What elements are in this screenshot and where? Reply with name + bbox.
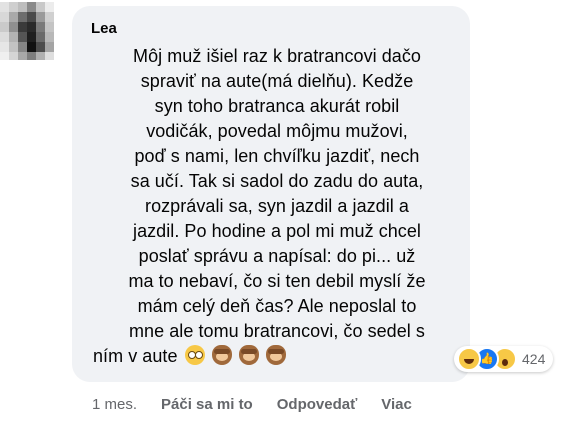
comment-body: Môj muž išiel raz k bratrancovi dačo spr… <box>91 44 463 369</box>
avatar-pixel <box>45 52 54 60</box>
comment-line: sa učí. Tak si sadol do zadu do auta, <box>130 171 424 191</box>
reactions-summary[interactable]: 👍 424 <box>454 346 554 372</box>
see-no-evil-monkey-icon <box>265 345 286 365</box>
avatar-pixel <box>27 32 36 42</box>
comment-last-line: ním v aute <box>91 344 463 369</box>
avatar-pixel <box>0 32 9 42</box>
avatar-pixel <box>18 32 27 42</box>
avatar-pixel <box>9 32 18 42</box>
avatar-pixel <box>18 22 27 32</box>
comment-line: mne ale tomu bratrancovi, čo sedel s <box>129 321 425 341</box>
avatar-pixel <box>45 32 54 42</box>
avatar-pixel <box>0 52 9 60</box>
comment-line: Môj muž išiel raz k bratrancovi dačo <box>133 46 421 66</box>
like-button[interactable]: Páči sa mi to <box>161 396 253 413</box>
avatar-pixel <box>27 22 36 32</box>
comment-line: poslať správu a napísal: do pi... už <box>138 246 416 266</box>
reaction-count: 424 <box>522 351 546 367</box>
avatar-pixel <box>45 2 54 12</box>
avatar-pixel <box>18 12 27 22</box>
avatar-pixel <box>27 2 36 12</box>
avatar-pixel <box>27 42 36 52</box>
comment-line: ma to nebaví, čo si ten debil myslí že <box>128 271 426 291</box>
see-no-evil-monkey-icon <box>238 345 259 365</box>
avatar-pixel <box>36 32 45 42</box>
avatar-pixel <box>9 2 18 12</box>
avatar-pixel <box>27 12 36 22</box>
avatar-pixel <box>9 52 18 60</box>
avatar-pixel <box>45 42 54 52</box>
see-no-evil-monkey-icon <box>211 345 232 365</box>
avatar-pixel <box>36 52 45 60</box>
avatar-pixel <box>36 42 45 52</box>
avatar-pixel <box>36 22 45 32</box>
comment-line: spraviť na aute(má dielňu). Kedže <box>140 71 414 91</box>
avatar-pixel <box>18 2 27 12</box>
avatar-pixel <box>45 22 54 32</box>
avatar-pixel <box>36 2 45 12</box>
avatar-pixel <box>18 42 27 52</box>
comment-line: ním v aute <box>93 346 178 366</box>
comment-actions: 1 mes. Páči sa mi to Odpovedať Viac <box>92 396 436 413</box>
comment-line: mám celý deň čas? Ale neposlal to <box>137 296 417 316</box>
comment-timestamp[interactable]: 1 mes. <box>92 396 137 413</box>
comment-line: jazdil. Po hodine a pol mi muž chcel <box>133 221 421 241</box>
comment-line: rozprávali sa, syn jazdil a jazdil a <box>145 196 409 216</box>
avatar-pixel <box>9 12 18 22</box>
avatar-pixel <box>0 42 9 52</box>
avatar-pixel <box>0 22 9 32</box>
avatar-pixel <box>0 12 9 22</box>
avatar-pixel <box>18 52 27 60</box>
reply-button[interactable]: Odpovedať <box>277 396 358 413</box>
comment-line: poď s nami, len chvíľku jazdiť, nech <box>134 146 420 166</box>
flushed-face-icon <box>184 345 205 365</box>
haha-reaction-icon <box>457 347 481 371</box>
comment-line: syn toho bratranca akurát robil <box>154 96 400 116</box>
comment-line: vodičák, povedal môjmu mužovi, <box>146 121 408 141</box>
comment-author[interactable]: Lea <box>91 20 117 37</box>
avatar-pixel <box>9 22 18 32</box>
avatar-pixel <box>0 2 9 12</box>
more-button[interactable]: Viac <box>381 396 412 413</box>
avatar-pixel <box>45 12 54 22</box>
avatar-pixel <box>9 42 18 52</box>
avatar-pixel <box>36 12 45 22</box>
avatar[interactable] <box>0 2 56 60</box>
avatar-pixel <box>27 52 36 60</box>
